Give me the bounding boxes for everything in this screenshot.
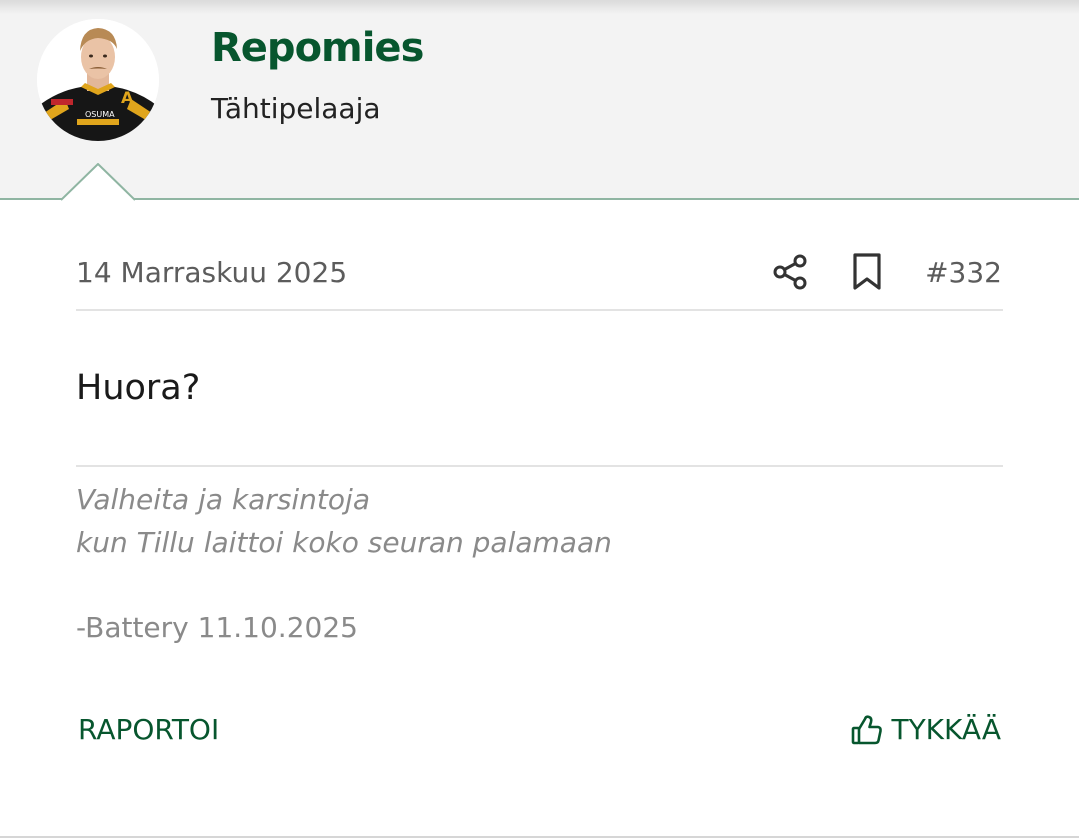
- signature-credit: -Battery 11.10.2025: [76, 611, 358, 644]
- author-rank: Tähtipelaaja: [211, 92, 381, 125]
- thumbs-up-icon: [852, 715, 883, 745]
- card-bottom-border: [0, 836, 1079, 838]
- forum-post-card: OSUMA A Repomies Tähtipelaaja 14 Marrask…: [0, 0, 1079, 839]
- share-icon: [773, 254, 807, 290]
- svg-text:OSUMA: OSUMA: [85, 110, 115, 119]
- post-number-link[interactable]: #332: [925, 255, 1002, 291]
- signature-line: Valheita ja karsintoja: [76, 483, 370, 516]
- author-name[interactable]: Repomies: [211, 22, 424, 74]
- svg-text:A: A: [121, 88, 134, 107]
- player-avatar-icon: OSUMA A: [37, 19, 159, 141]
- report-button[interactable]: RAPORTOI: [78, 712, 219, 748]
- post-date: 14 Marraskuu 2025: [76, 256, 348, 289]
- bookmark-icon: [853, 253, 881, 290]
- header-divider: [0, 198, 1079, 200]
- post-body-text: Huora?: [76, 368, 201, 408]
- speech-pointer: [61, 163, 135, 201]
- signature-line: kun Tillu laittoi koko seuran palamaan: [76, 526, 612, 559]
- meta-divider: [76, 309, 1003, 311]
- like-button[interactable]: TYKKÄÄ: [851, 710, 1001, 750]
- share-button[interactable]: [772, 253, 810, 291]
- signature-divider: [76, 465, 1003, 467]
- header-shadow: [0, 0, 1079, 14]
- bookmark-button[interactable]: [850, 252, 884, 292]
- like-label: TYKKÄÄ: [891, 713, 1001, 746]
- post-author-header: OSUMA A Repomies Tähtipelaaja: [0, 0, 1079, 201]
- signature-block: Valheita ja karsintoja kun Tillu laittoi…: [76, 478, 612, 649]
- avatar[interactable]: OSUMA A: [37, 19, 159, 141]
